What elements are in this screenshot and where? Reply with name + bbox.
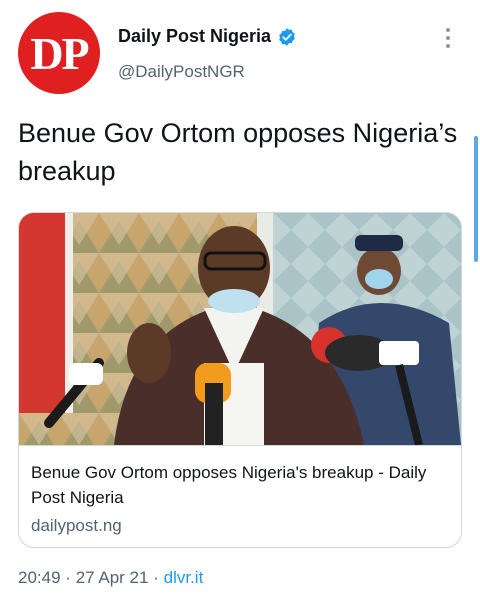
tweet-date[interactable]: 27 Apr 21 bbox=[76, 568, 149, 587]
avatar[interactable]: DP bbox=[18, 12, 100, 94]
meta-separator: · bbox=[153, 568, 159, 587]
user-handle[interactable]: @DailyPostNGR bbox=[118, 62, 245, 82]
card-title[interactable]: Benue Gov Ortom opposes Nigeria's breaku… bbox=[31, 460, 451, 510]
tweet-meta: 20:49 · 27 Apr 21 · dlvr.it bbox=[18, 568, 203, 588]
scrollbar[interactable] bbox=[474, 136, 478, 262]
tweet-source-link[interactable]: dlvr.it bbox=[164, 568, 204, 587]
card-domain: dailypost.ng bbox=[31, 516, 122, 535]
display-name[interactable]: Daily Post Nigeria bbox=[118, 26, 271, 47]
link-card[interactable]: Benue Gov Ortom opposes Nigeria's breaku… bbox=[18, 212, 462, 548]
avatar-logo-text: DP bbox=[30, 27, 89, 79]
tweet-text: Benue Gov Ortom opposes Nigeria’s breaku… bbox=[18, 118, 458, 186]
card-image[interactable] bbox=[19, 213, 461, 445]
tweet-header: DP Daily Post Nigeria @DailyPostNGR bbox=[0, 0, 480, 100]
card-body[interactable]: Benue Gov Ortom opposes Nigeria's breaku… bbox=[19, 445, 461, 547]
meta-separator: · bbox=[65, 568, 71, 587]
verified-badge-icon bbox=[279, 27, 295, 46]
author-name-row[interactable]: Daily Post Nigeria bbox=[118, 26, 297, 47]
tweet-time[interactable]: 20:49 bbox=[18, 568, 61, 587]
more-options-icon[interactable] bbox=[442, 28, 454, 52]
